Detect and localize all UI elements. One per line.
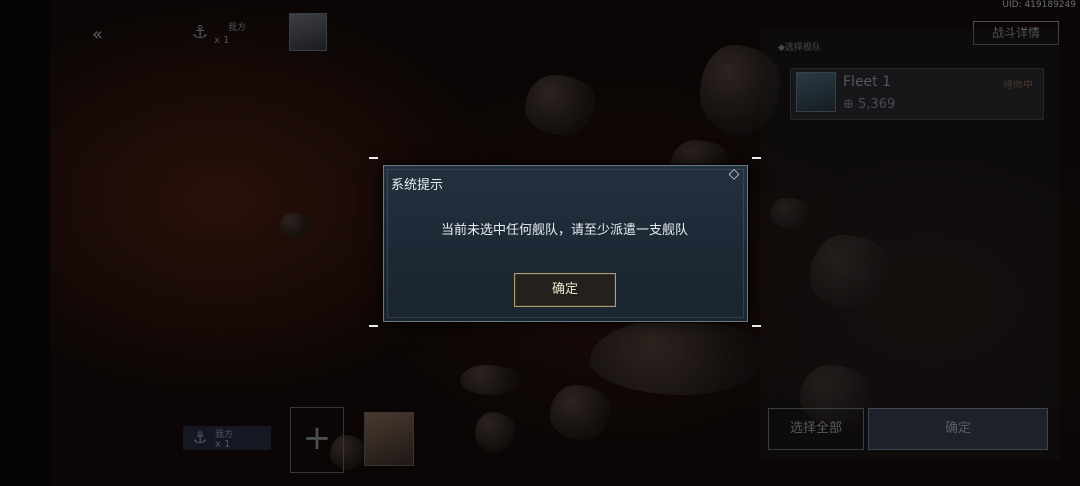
select-all-button[interactable]: 选择全部	[768, 408, 864, 450]
frame-corner-mark	[369, 325, 378, 327]
fleet-name: Fleet 1	[843, 74, 892, 90]
fleet-icon	[796, 72, 836, 112]
fleet-status: 待命中	[1003, 80, 1033, 91]
left-edge-bar	[0, 0, 50, 486]
side-label: 我方	[228, 23, 247, 33]
commander-portrait[interactable]	[364, 412, 414, 466]
uid-label: UID: 419189249	[1002, 0, 1076, 10]
commander-portrait[interactable]	[289, 13, 327, 51]
panel-title: ◆选择舰队	[778, 43, 821, 53]
fleet-power: ⊕ 5,369	[843, 97, 896, 112]
fleet-count: x 1	[214, 35, 230, 46]
frame-corner-mark	[369, 157, 378, 159]
confirm-fleet-button[interactable]: 确定	[868, 408, 1048, 450]
frame-corner-mark	[752, 325, 761, 327]
dialog-message: 当前未选中任何舰队，请至少派遣一支舰队	[440, 223, 688, 238]
add-fleet-button[interactable]: +	[290, 407, 344, 473]
double-chevron-left-icon[interactable]: «	[92, 24, 103, 45]
diamond-icon: ◇	[728, 166, 740, 182]
dialog-confirm-button[interactable]: 确定	[514, 273, 616, 307]
fleet-power-value: 5,369	[858, 97, 896, 112]
anchor-icon: ⚓	[193, 428, 208, 447]
fleet-count: x 1	[215, 439, 231, 450]
dialog-title: 系统提示	[391, 178, 444, 193]
anchor-icon: ⚓	[192, 22, 209, 43]
frame-corner-mark	[752, 157, 761, 159]
